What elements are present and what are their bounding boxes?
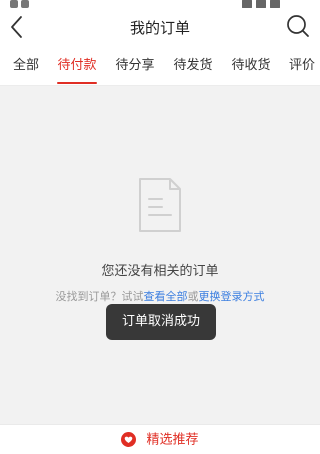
tab-label: 评价: [288, 58, 315, 73]
tab-label: 待收货: [231, 58, 271, 73]
switch-login-link[interactable]: 更换登录方式: [199, 290, 265, 303]
recommend-button[interactable]: 精选推荐: [0, 425, 320, 454]
tab-review[interactable]: 评价: [287, 46, 317, 86]
status-bar-right-icons: [238, 0, 280, 8]
order-tabs: 全部 待付款 待分享 待发货 待收货 评价: [0, 46, 320, 86]
tab-pending-payment[interactable]: 待付款: [56, 46, 98, 86]
tab-label: 全部: [12, 58, 39, 73]
tab-pending-receipt[interactable]: 待收货: [230, 46, 272, 86]
back-button[interactable]: [6, 14, 30, 40]
search-button[interactable]: [285, 13, 311, 39]
active-tab-indicator: [57, 82, 97, 84]
status-bar-left-icons: [10, 0, 50, 8]
search-icon: [287, 15, 309, 37]
empty-title: 您还没有相关的订单: [101, 264, 219, 279]
empty-state: 您还没有相关的订单 没找到订单？试试查看全部或更换登录方式: [0, 86, 320, 424]
heart-icon: [121, 432, 137, 447]
tab-pending-shipment[interactable]: 待发货: [172, 46, 214, 86]
tab-pending-share[interactable]: 待分享: [114, 46, 156, 86]
empty-hint: 没找到订单？试试查看全部或更换登录方式: [0, 288, 320, 304]
status-bar: [0, 0, 320, 8]
tab-label: 待分享: [115, 58, 155, 73]
nav-bar: 我的订单: [0, 8, 320, 46]
bottom-bar: 精选推荐: [0, 424, 320, 454]
document-icon: [139, 178, 181, 232]
hint-prefix: 没找到订单？试试: [55, 290, 144, 303]
tab-label: 待付款: [57, 58, 97, 73]
toast: 订单取消成功: [106, 304, 216, 340]
tab-label: 待发货: [173, 58, 213, 73]
recommend-label: 精选推荐: [146, 432, 199, 448]
page-title: 我的订单: [129, 19, 190, 37]
view-all-link[interactable]: 查看全部: [144, 290, 188, 303]
hint-or: 或: [187, 290, 199, 303]
chevron-left-icon: [11, 16, 22, 38]
tab-all[interactable]: 全部: [5, 46, 47, 86]
